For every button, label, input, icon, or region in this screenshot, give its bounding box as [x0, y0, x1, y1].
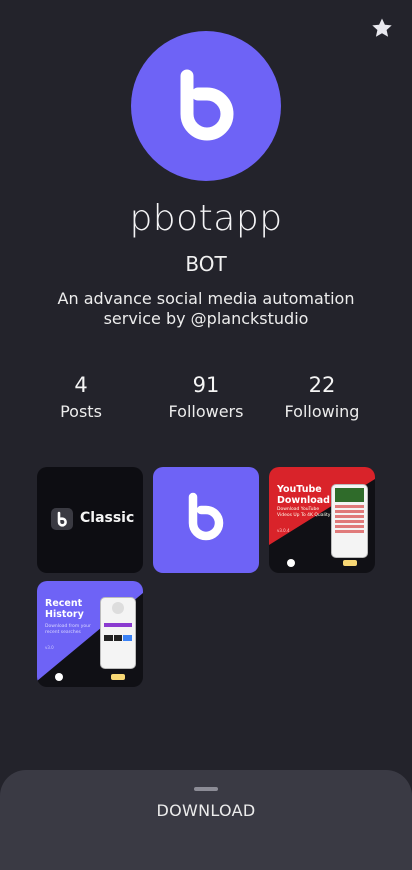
- tile-brand-icon: [55, 673, 63, 681]
- stat-followers-value: 91: [192, 373, 220, 397]
- tile-title: Recent History: [45, 598, 84, 620]
- stat-posts-label: Posts: [60, 402, 102, 421]
- tile-version: v3.0: [45, 645, 54, 650]
- tile-version: v3.0.4: [277, 528, 290, 533]
- star-icon[interactable]: [370, 16, 394, 40]
- post-tile-label: Classic: [80, 510, 135, 526]
- tile-title-line2: Download: [277, 495, 330, 506]
- download-sheet[interactable]: DOWNLOAD: [0, 770, 412, 870]
- tile-title: YouTube Download: [277, 484, 330, 506]
- tile-subtitle: Download from your recent searches: [45, 624, 91, 635]
- classic-logo-icon: [51, 508, 73, 530]
- stat-followers-label: Followers: [168, 402, 244, 421]
- post-tile-logo[interactable]: [153, 467, 259, 573]
- stat-posts[interactable]: 4 Posts: [21, 372, 141, 421]
- tile-store-badge: [343, 560, 357, 566]
- stat-posts-value: 4: [74, 373, 88, 397]
- phone-mockup: [331, 484, 368, 558]
- tile-store-badge: [111, 674, 125, 680]
- stat-following-value: 22: [308, 373, 336, 397]
- tile-brand-icon: [287, 559, 295, 567]
- download-button[interactable]: DOWNLOAD: [0, 801, 412, 820]
- sheet-drag-handle[interactable]: [194, 787, 218, 791]
- profile-avatar: [131, 31, 281, 181]
- post-tile-recent-history[interactable]: Recent History Download from your recent…: [37, 581, 143, 687]
- tile-title-line1: YouTube: [277, 484, 322, 495]
- pbot-logo-icon: [180, 69, 234, 141]
- pbot-logo-icon: [188, 492, 224, 541]
- profile-username: pbotapp: [129, 198, 283, 239]
- post-tile-youtube-download[interactable]: YouTube Download Download YouTube Videos…: [269, 467, 375, 573]
- post-tile-classic[interactable]: Classic: [37, 467, 143, 573]
- stat-following-label: Following: [284, 402, 360, 421]
- stat-followers[interactable]: 91 Followers: [146, 372, 266, 421]
- stat-following[interactable]: 22 Following: [262, 372, 382, 421]
- stats-row: 4 Posts 91 Followers 22 Following: [0, 372, 412, 432]
- phone-mockup: [100, 597, 136, 669]
- tile-title-line1: Recent: [45, 598, 83, 609]
- profile-bio: An advance social media automation servi…: [57, 289, 355, 328]
- tile-subtitle: Download YouTube Videos Up To 4K Quality: [277, 507, 331, 518]
- profile-category: BOT: [185, 252, 227, 276]
- tile-title-line2: History: [45, 609, 84, 620]
